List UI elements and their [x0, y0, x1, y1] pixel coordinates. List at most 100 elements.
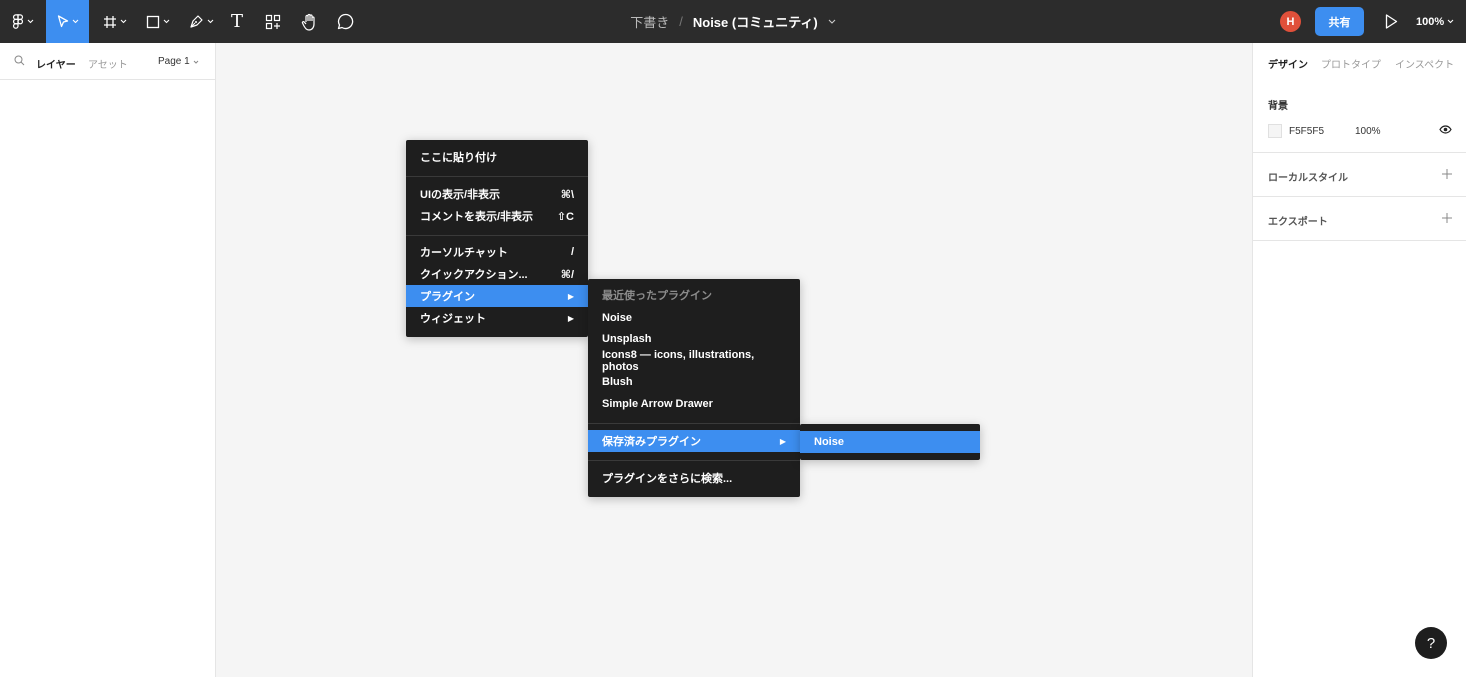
chevron-down-icon [207, 19, 213, 24]
plugin-item-noise[interactable]: Noise [588, 307, 800, 329]
menu-item-paste-here[interactable]: ここに貼り付け [406, 146, 588, 168]
menu-divider [588, 423, 800, 424]
submenu-arrow-icon: ▶ [567, 313, 574, 323]
play-icon[interactable] [1383, 13, 1399, 30]
shape-tool-button[interactable] [140, 0, 176, 43]
rectangle-icon [146, 15, 160, 28]
menu-divider [406, 235, 588, 236]
menu-item-label: 保存済みプラグイン [602, 436, 701, 448]
local-styles-section: ローカルスタイル [1253, 153, 1466, 197]
menu-shortcut: ⌘\ [560, 188, 574, 201]
tab-design[interactable]: デザイン [1268, 56, 1308, 71]
menu-item-label: ここに貼り付け [420, 152, 497, 164]
plugin-item-blush[interactable]: Blush [588, 371, 800, 393]
background-opacity-input[interactable]: 100% [1355, 126, 1381, 137]
figma-logo-icon [12, 13, 24, 29]
menu-item-saved-plugins[interactable]: 保存済みプラグイン ▶ [588, 430, 800, 452]
menu-item-label: Unsplash [602, 333, 652, 345]
menu-item-find-more-plugins[interactable]: プラグインをさらに検索... [588, 467, 800, 489]
saved-plugins-submenu: Noise [800, 424, 980, 460]
plus-icon[interactable] [1441, 212, 1453, 224]
menu-item-label: UIの表示/非表示 [420, 189, 501, 201]
menu-item-label: プラグイン [420, 291, 475, 303]
menu-shortcut: ⇧C [556, 210, 574, 223]
comment-bubble-icon [337, 13, 353, 30]
menu-item-widgets[interactable]: ウィジェット ▶ [406, 307, 588, 329]
search-icon[interactable] [14, 55, 25, 66]
menu-header-label: 最近使ったプラグイン [602, 290, 712, 302]
text-t-icon: T [230, 11, 243, 32]
frame-tool-button[interactable] [97, 0, 133, 43]
local-styles-title: ローカルスタイル [1268, 173, 1348, 184]
menu-item-label: ウィジェット [420, 313, 486, 325]
zoom-level: 100% [1416, 15, 1445, 28]
share-button[interactable]: 共有 [1315, 7, 1364, 36]
resources-button[interactable] [260, 0, 286, 43]
cursor-arrow-icon [57, 14, 68, 27]
saved-plugin-item-noise[interactable]: Noise [800, 431, 980, 453]
plugin-item-icons8[interactable]: Icons8 — icons, illustrations, photos [588, 349, 800, 373]
background-hex-input[interactable]: F5F5F5 [1289, 126, 1324, 137]
menu-divider [588, 460, 800, 461]
user-avatar[interactable]: H [1280, 11, 1301, 32]
page-selector-label: Page 1 [158, 56, 190, 67]
menu-item-label: Blush [602, 376, 633, 388]
background-section: 背景 F5F5F5 100% [1253, 80, 1466, 153]
breadcrumb-separator: / [679, 14, 683, 29]
drafts-link[interactable]: 下書き [630, 12, 669, 31]
tab-assets[interactable]: アセット [88, 56, 128, 71]
menu-item-cursor-chat[interactable]: カーソルチャット / [406, 241, 588, 263]
plugin-item-simple-arrow-drawer[interactable]: Simple Arrow Drawer [588, 393, 800, 415]
left-panel-tabs: レイヤー アセット Page 1 [0, 43, 215, 80]
pen-tool-button[interactable] [183, 0, 219, 43]
layers-panel: レイヤー アセット Page 1 [0, 43, 216, 677]
background-title: 背景 [1268, 101, 1288, 112]
plus-icon[interactable] [1441, 168, 1453, 180]
background-color-swatch[interactable] [1268, 124, 1282, 138]
canvas-context-menu: ここに貼り付け UIの表示/非表示 ⌘\ コメントを表示/非表示 ⇧C カーソル… [406, 140, 588, 337]
menu-item-label: Simple Arrow Drawer [602, 398, 713, 410]
frame-hash-icon [104, 15, 116, 28]
help-button[interactable]: ? [1415, 627, 1447, 659]
tab-prototype[interactable]: プロトタイプ [1321, 56, 1381, 71]
menu-shortcut: / [570, 246, 574, 258]
page-selector[interactable]: Page 1 [158, 56, 199, 67]
submenu-arrow-icon: ▶ [567, 291, 574, 301]
comment-tool-button[interactable] [332, 0, 358, 43]
menu-item-label: Noise [814, 436, 844, 448]
menu-item-label: Icons8 — icons, illustrations, photos [602, 349, 755, 373]
properties-panel: デザイン プロトタイプ インスペクト 背景 F5F5F5 100% ローカルスタ… [1252, 43, 1466, 677]
hand-icon [301, 13, 315, 31]
main-menu-button[interactable] [0, 0, 46, 43]
eye-icon[interactable] [1439, 125, 1452, 134]
recent-plugins-header: 最近使ったプラグイン [588, 284, 800, 306]
chevron-down-icon [72, 19, 78, 24]
plugin-item-unsplash[interactable]: Unsplash [588, 328, 800, 350]
submenu-arrow-icon: ▶ [779, 436, 786, 446]
right-panel-tabs: デザイン プロトタイプ インスペクト [1253, 43, 1466, 80]
chevron-down-icon[interactable] [828, 19, 836, 24]
components-grid-icon [265, 14, 281, 29]
chevron-down-icon [163, 19, 170, 24]
menu-item-toggle-comments[interactable]: コメントを表示/非表示 ⇧C [406, 205, 588, 227]
menu-item-label: Noise [602, 312, 632, 324]
move-tool-button[interactable] [46, 0, 89, 43]
hand-tool-button[interactable] [296, 0, 322, 43]
export-title: エクスポート [1268, 217, 1328, 228]
text-tool-button[interactable]: T [224, 0, 250, 43]
menu-item-label: クイックアクション... [420, 269, 528, 281]
menu-item-quick-actions[interactable]: クイックアクション... ⌘/ [406, 263, 588, 285]
tab-layers[interactable]: レイヤー [36, 56, 76, 71]
zoom-dropdown[interactable]: 100% [1416, 0, 1454, 43]
file-name[interactable]: Noise (コミュニティ) [693, 12, 818, 31]
menu-item-toggle-ui[interactable]: UIの表示/非表示 ⌘\ [406, 183, 588, 205]
chevron-down-icon [120, 19, 127, 24]
menu-item-label: コメントを表示/非表示 [420, 211, 534, 223]
tab-inspect[interactable]: インスペクト [1395, 56, 1454, 71]
menu-item-plugins[interactable]: プラグイン ▶ [406, 285, 588, 307]
file-title-area: 下書き / Noise (コミュニティ) [0, 0, 1466, 43]
menu-shortcut: ⌘/ [560, 268, 574, 281]
export-section: エクスポート [1253, 197, 1466, 241]
pen-nib-icon [189, 15, 203, 28]
plugins-submenu: 最近使ったプラグイン Noise Unsplash Icons8 — icons… [588, 279, 800, 497]
